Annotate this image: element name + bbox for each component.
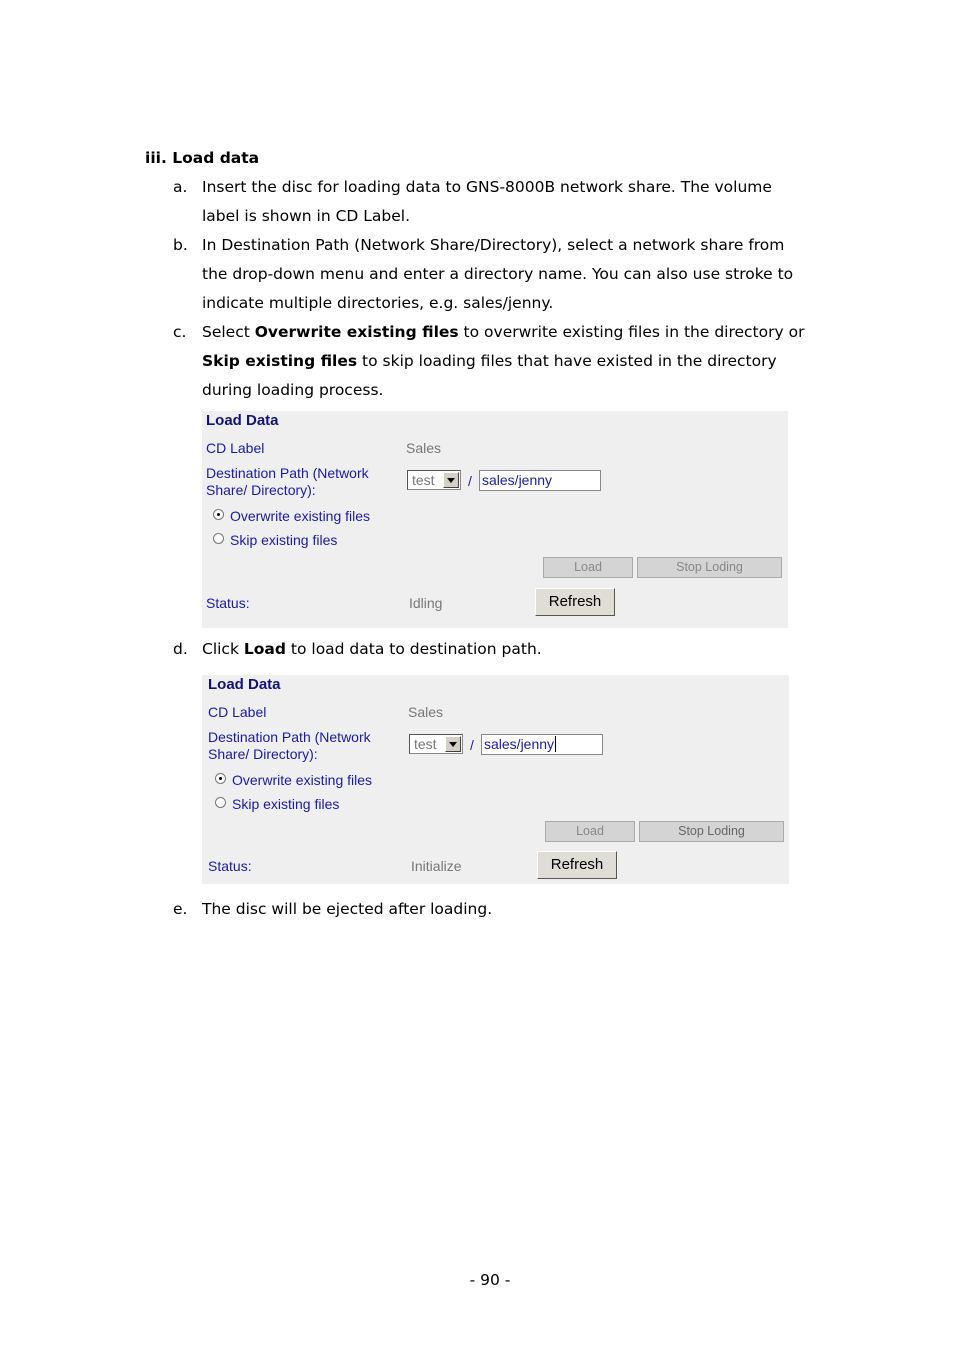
chevron-down-icon[interactable] [445, 736, 461, 752]
step-marker: e. [173, 900, 188, 918]
directory-input[interactable]: sales/jenny [481, 734, 603, 755]
step-text: The disc will be ejected after loading. [202, 900, 493, 918]
step-text: Insert the disc for loading data to GNS-… [202, 178, 772, 225]
cd-label-label: CD Label [206, 440, 265, 456]
skip-radio[interactable] [215, 797, 226, 808]
step-marker: a. [173, 178, 188, 196]
share-select-value: test [414, 736, 437, 752]
skip-radio[interactable] [213, 533, 224, 544]
refresh-button[interactable]: Refresh [537, 851, 617, 879]
load-data-panel-2: Load Data CD Label Sales Destination Pat… [202, 675, 789, 884]
directory-input-value: sales/jenny [484, 736, 555, 752]
share-select-value: test [412, 472, 435, 488]
text-run: to overwrite existing files in the direc… [458, 323, 805, 341]
skip-label[interactable]: Skip existing files [230, 532, 337, 548]
skip-label[interactable]: Skip existing files [232, 796, 339, 812]
overwrite-label[interactable]: Overwrite existing files [232, 772, 372, 788]
load-button[interactable]: Load [545, 821, 635, 842]
step-text: In Destination Path (Network Share/Direc… [202, 236, 794, 312]
step-d: d. Click Load to load data to destinatio… [173, 635, 813, 664]
step-text: Select Overwrite existing files to overw… [202, 318, 813, 405]
path-separator: / [468, 473, 472, 489]
overwrite-radio[interactable] [213, 509, 224, 520]
step-marker: d. [173, 640, 188, 658]
bold-term: Overwrite existing files [254, 323, 459, 341]
panel-title: Load Data [208, 676, 281, 693]
load-data-panel-1: Load Data CD Label Sales Destination Pat… [202, 411, 788, 628]
stop-loading-button[interactable]: Stop Loding [639, 821, 784, 842]
directory-input-value: sales/jenny [482, 472, 553, 488]
step-b: b. In Destination Path (Network Share/Di… [173, 231, 813, 318]
directory-input[interactable]: sales/jenny [479, 470, 601, 491]
panel-title: Load Data [206, 412, 279, 429]
chevron-down-icon[interactable] [443, 472, 459, 488]
page-number: - 90 - [469, 1271, 511, 1289]
dest-path-label-1: Destination Path (Network [206, 465, 369, 481]
text-run: to load data to destination path. [285, 640, 542, 658]
dest-path-label-2: Share/ Directory): [208, 746, 318, 762]
overwrite-label[interactable]: Overwrite existing files [230, 508, 370, 524]
bold-term: Skip existing files [202, 352, 358, 370]
step-a: a. Insert the disc for loading data to G… [173, 173, 813, 231]
load-button[interactable]: Load [543, 557, 633, 578]
step-c: c. Select Overwrite existing files to ov… [173, 318, 813, 405]
dest-path-label-2: Share/ Directory): [206, 482, 316, 498]
cd-label-value: Sales [408, 704, 444, 720]
stop-loading-button[interactable]: Stop Loding [637, 557, 782, 578]
cd-label-label: CD Label [208, 704, 267, 720]
text-run: Select [202, 323, 255, 341]
overwrite-radio[interactable] [215, 773, 226, 784]
dest-path-label-1: Destination Path (Network [208, 729, 371, 745]
text-cursor [555, 736, 557, 752]
step-marker: c. [173, 323, 187, 341]
step-marker: b. [173, 236, 188, 254]
refresh-button[interactable]: Refresh [535, 588, 615, 616]
status-value: Idling [409, 595, 443, 611]
path-separator: / [470, 737, 474, 753]
share-select[interactable]: test [409, 734, 463, 754]
cd-label-value: Sales [406, 440, 442, 456]
text-run: Click [202, 640, 244, 658]
share-select[interactable]: test [407, 470, 461, 490]
step-text: Click Load to load data to destination p… [202, 635, 813, 664]
section-heading: iii. Load data [145, 149, 260, 167]
bold-term: Load [243, 640, 286, 658]
status-value: Initialize [411, 858, 462, 874]
status-label: Status: [206, 595, 250, 611]
step-e: e. The disc will be ejected after loadin… [173, 895, 813, 924]
status-label: Status: [208, 858, 252, 874]
